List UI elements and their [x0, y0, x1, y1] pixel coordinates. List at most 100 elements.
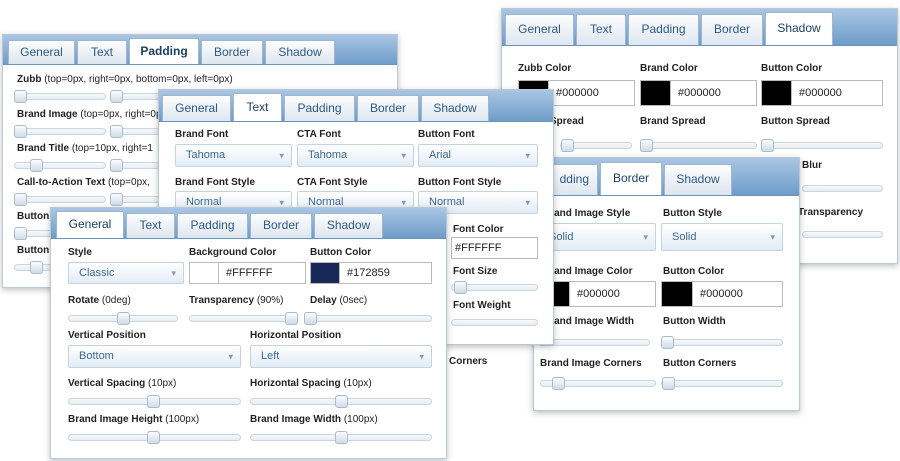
button-padding-slider-2[interactable] [14, 261, 54, 274]
style-select[interactable]: Classic [68, 262, 184, 284]
tab-border[interactable]: Border [600, 162, 662, 195]
brand-title-padding-slider[interactable] [14, 159, 106, 172]
slider-handle[interactable] [117, 312, 130, 325]
tab-padding[interactable]: Padding [177, 213, 248, 238]
cta-font-select[interactable]: Tahoma [297, 144, 414, 167]
tab-text[interactable]: Text [576, 14, 626, 45]
font-color-field[interactable]: #FFFFFF [451, 237, 538, 259]
color-swatch[interactable] [662, 282, 693, 306]
color-swatch[interactable] [190, 263, 219, 283]
cta-font-label: CTA Font [297, 129, 341, 140]
brand-image-style-select[interactable]: Solid [538, 223, 656, 251]
transparency-slider[interactable] [802, 231, 883, 238]
tab-shadow[interactable]: Shadow [664, 164, 732, 195]
slider-handle[interactable] [561, 139, 574, 152]
brand-color-label: Brand Color [640, 63, 698, 74]
horizontal-spacing-slider[interactable] [250, 395, 432, 408]
button-color-field[interactable]: #000000 [661, 281, 783, 307]
transparency-label: Transparency (90%) [189, 295, 284, 306]
tab-border[interactable]: Border [701, 14, 763, 45]
cta-text-padding-slider[interactable] [14, 193, 106, 206]
slider-handle[interactable] [30, 261, 43, 274]
zubb-padding-slider[interactable] [14, 90, 106, 103]
slider-handle[interactable] [14, 193, 27, 206]
slider-handle[interactable] [662, 377, 675, 390]
brand-image-color-field[interactable]: #000000 [538, 281, 656, 307]
spread-slider[interactable] [560, 139, 632, 152]
brand-font-select[interactable]: Tahoma [175, 144, 292, 167]
button-width-slider[interactable] [661, 336, 783, 349]
brand-color-field[interactable]: #000000 [640, 80, 757, 106]
tab-border[interactable]: Border [250, 213, 312, 238]
font-weight-label: Font Weight [453, 300, 511, 311]
slider-handle[interactable] [110, 159, 123, 172]
vertical-position-select[interactable]: Bottom [68, 345, 241, 368]
brand-image-width-slider[interactable] [250, 431, 432, 444]
tab-text[interactable]: Text [77, 40, 127, 64]
background-color-field[interactable]: #FFFFFF [189, 262, 306, 284]
tab-border[interactable]: Border [201, 40, 263, 64]
tab-padding[interactable]: Padding [129, 38, 199, 64]
tab-padding[interactable]: Padding [284, 95, 355, 121]
slider-handle[interactable] [761, 139, 774, 152]
color-swatch[interactable] [762, 81, 792, 105]
slider-handle[interactable] [14, 90, 27, 103]
brand-title-padding-slider-2[interactable] [110, 159, 160, 172]
tab-general[interactable]: General [505, 14, 574, 45]
tab-shadow[interactable]: Shadow [421, 95, 489, 121]
slider-handle[interactable] [110, 90, 123, 103]
vertical-spacing-slider[interactable] [68, 395, 241, 408]
button-corners-slider[interactable] [661, 377, 783, 390]
tab-border[interactable]: Border [357, 95, 419, 121]
slider-handle[interactable] [335, 431, 348, 444]
slider-handle[interactable] [110, 193, 123, 206]
button-style-select[interactable]: Solid [661, 223, 783, 251]
cta-text-padding-slider-2[interactable] [110, 193, 160, 206]
slider-handle[interactable] [110, 125, 123, 138]
slider-handle[interactable] [285, 312, 298, 325]
transparency-slider[interactable] [189, 312, 298, 325]
color-swatch[interactable] [641, 81, 671, 105]
tab-shadow[interactable]: Shadow [765, 12, 833, 45]
tab-shadow[interactable]: Shadow [314, 213, 383, 238]
slider-handle[interactable] [14, 125, 27, 138]
tab-general[interactable]: General [162, 95, 231, 121]
font-weight-slider[interactable] [451, 319, 538, 326]
slider-handle[interactable] [640, 139, 653, 152]
brand-image-corners-slider[interactable] [540, 377, 656, 390]
slider-handle[interactable] [552, 377, 565, 390]
tab-general[interactable]: General [8, 40, 75, 64]
background-color-label: Background Color [189, 247, 277, 258]
brand-image-width-slider[interactable] [538, 339, 650, 346]
slider-handle[interactable] [454, 281, 467, 294]
button-font-select[interactable]: Arial [418, 144, 538, 167]
slider-handle[interactable] [147, 431, 160, 444]
slider-handle[interactable] [335, 395, 348, 408]
slider-handle[interactable] [147, 395, 160, 408]
tab-padding[interactable]: Padding [628, 14, 699, 45]
tab-text[interactable]: Text [126, 213, 175, 238]
slider-handle[interactable] [14, 227, 27, 240]
delay-slider[interactable] [304, 312, 432, 325]
tab-bar: dding Border Shadow [534, 158, 799, 196]
slider-handle[interactable] [30, 159, 43, 172]
tab-text[interactable]: Text [233, 93, 282, 121]
brand-image-height-slider[interactable] [68, 431, 241, 444]
button-color-field[interactable]: #172859 [310, 262, 432, 284]
rotate-slider[interactable] [68, 312, 178, 325]
style-label: Style [68, 247, 92, 258]
button-padding-slider[interactable] [14, 227, 54, 240]
slider-handle[interactable] [304, 312, 317, 325]
tab-general[interactable]: General [56, 211, 124, 238]
blur-slider[interactable] [802, 185, 883, 192]
brand-image-padding-slider[interactable] [14, 125, 106, 138]
font-size-slider[interactable] [451, 281, 538, 294]
slider-handle[interactable] [661, 336, 674, 349]
color-swatch[interactable] [311, 263, 340, 283]
brand-image-padding-slider-2[interactable] [110, 125, 160, 138]
horizontal-position-select[interactable]: Left [250, 345, 432, 368]
tab-shadow[interactable]: Shadow [265, 40, 335, 64]
button-color-field[interactable]: #000000 [761, 80, 883, 106]
button-spread-slider[interactable] [761, 139, 883, 152]
brand-spread-slider[interactable] [640, 139, 757, 152]
